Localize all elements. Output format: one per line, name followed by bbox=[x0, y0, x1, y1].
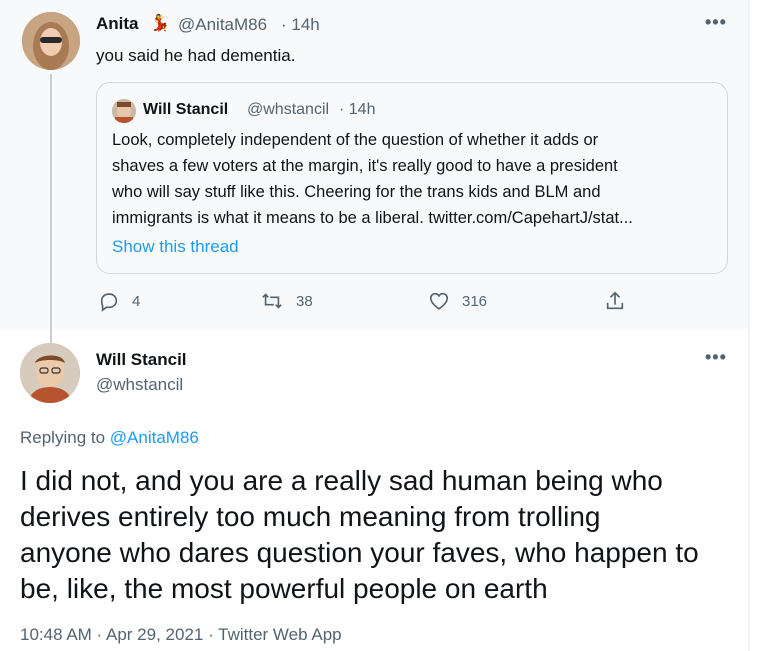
like-count: 316 bbox=[462, 292, 488, 310]
quote-tweet-text: Look, completely independent of the ques… bbox=[112, 127, 722, 231]
will-stancil-avatar[interactable] bbox=[20, 343, 80, 403]
quote-avatar bbox=[112, 99, 136, 123]
dancer-emoji: 💃 bbox=[150, 15, 170, 32]
main-more-icon[interactable]: ••• bbox=[705, 347, 727, 368]
quote-display-name: Will Stancil bbox=[143, 101, 229, 118]
share-action[interactable] bbox=[604, 290, 638, 312]
main-handle[interactable]: @whstancil bbox=[96, 375, 183, 395]
share-icon bbox=[606, 291, 624, 310]
tweet-timestamp-source[interactable]: 10:48 AM · Apr 29, 2021 · Twitter Web Ap… bbox=[20, 625, 342, 645]
column-border bbox=[748, 0, 750, 651]
main-line: anyone who dares question your faves, wh… bbox=[20, 537, 699, 568]
main-tweet-text: I did not, and you are a really sad huma… bbox=[20, 463, 740, 607]
reply-count: 4 bbox=[132, 292, 141, 310]
show-thread-link[interactable]: Show this thread bbox=[112, 234, 239, 260]
quote-handle: @whstancil bbox=[247, 101, 330, 118]
parent-more-icon[interactable]: ••• bbox=[705, 12, 727, 33]
heart-icon bbox=[429, 292, 449, 310]
main-line: be, like, the most powerful people on ea… bbox=[20, 573, 548, 604]
anita-display-name[interactable]: Anita bbox=[96, 14, 139, 34]
quote-line: Look, completely independent of the ques… bbox=[112, 131, 599, 149]
replying-to: Replying to @AnitaM86 bbox=[20, 428, 199, 448]
quote-tweet-card[interactable]: Will Stancil @whstancil · 14h Look, comp… bbox=[96, 82, 728, 274]
parent-tweet-text: you said he had dementia. bbox=[96, 46, 296, 65]
quote-timestamp: · 14h bbox=[339, 101, 376, 118]
main-display-name[interactable]: Will Stancil bbox=[96, 350, 187, 370]
main-line: derives entirely too much meaning from t… bbox=[20, 501, 601, 532]
quote-line: who will say stuff like this. Cheering f… bbox=[112, 183, 601, 201]
reply-action[interactable]: 4 bbox=[98, 290, 140, 312]
replying-prefix: Replying to bbox=[20, 428, 106, 447]
quote-line: shaves a few voters at the margin, it's … bbox=[112, 157, 618, 175]
like-action[interactable]: 316 bbox=[428, 290, 487, 312]
anita-avatar[interactable] bbox=[22, 12, 80, 70]
retweet-icon bbox=[262, 293, 282, 309]
parent-timestamp[interactable]: · 14h bbox=[281, 15, 320, 35]
replying-to-handle-link[interactable]: @AnitaM86 bbox=[110, 428, 199, 447]
retweet-count: 38 bbox=[296, 292, 313, 310]
main-line: I did not, and you are a really sad huma… bbox=[20, 465, 663, 496]
anita-handle[interactable]: @AnitaM86 bbox=[178, 15, 267, 35]
quote-line: immigrants is what it means to be a libe… bbox=[112, 209, 633, 227]
retweet-action[interactable]: 38 bbox=[260, 290, 313, 312]
reply-icon bbox=[100, 293, 118, 312]
thread-connector-line bbox=[50, 74, 52, 344]
